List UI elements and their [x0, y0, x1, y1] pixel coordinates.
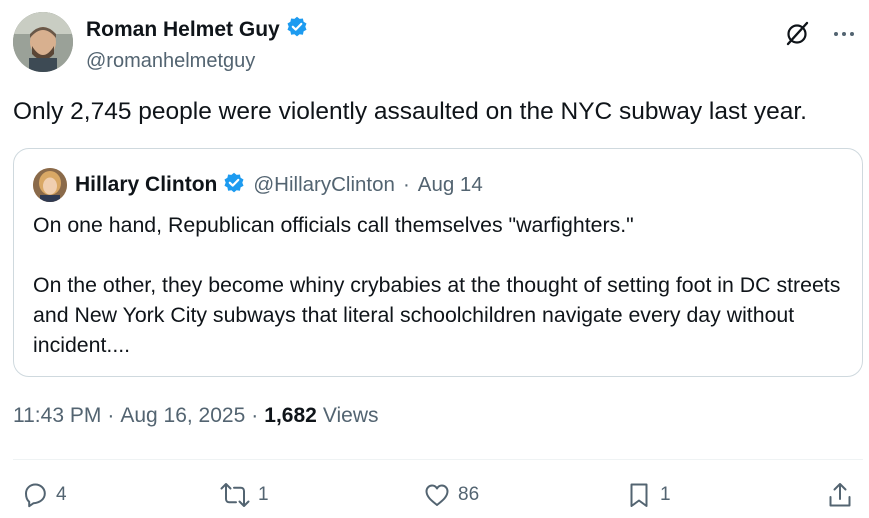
quoted-meta-separator: ·	[402, 173, 410, 196]
share-icon	[825, 480, 855, 510]
quoted-author-display-name: Hillary Clinton	[75, 173, 218, 196]
heart-icon	[422, 480, 452, 510]
verified-badge-icon	[286, 16, 308, 43]
verified-badge-icon	[223, 172, 245, 199]
tweet-text: Only 2,745 people were violently assault…	[13, 98, 807, 125]
repost-icon	[218, 480, 252, 510]
bookmark-icon	[624, 480, 654, 510]
quoted-author-handle: @HillaryClinton	[253, 173, 395, 196]
author-display-name[interactable]: Roman Helmet Guy	[86, 18, 280, 42]
quoted-paragraph-2: On the other, they become whiny crybabie…	[33, 273, 841, 357]
bookmark-button[interactable]: 1	[624, 478, 671, 512]
action-bar: 4 1 86 1	[20, 478, 860, 512]
quoted-tweet-header: Hillary Clinton @HillaryClinton · Aug 14	[33, 168, 483, 202]
tweet-header: Roman Helmet Guy @romanhelmetguy	[13, 12, 855, 74]
grok-icon[interactable]	[783, 20, 811, 48]
views-count: 1,682	[264, 404, 317, 427]
author-avatar[interactable]	[13, 12, 73, 72]
reply-icon	[20, 480, 50, 510]
tweet-time[interactable]: 11:43 PM	[13, 404, 101, 428]
share-button[interactable]	[825, 478, 855, 512]
reply-count: 4	[56, 484, 67, 505]
quoted-tweet[interactable]: Hillary Clinton @HillaryClinton · Aug 14…	[13, 148, 863, 377]
tweet-date[interactable]: Aug 16, 2025	[120, 404, 245, 428]
tweet-timestamp: 11:43 PM · Aug 16, 2025 · 1,682 Views	[13, 404, 378, 428]
like-button[interactable]: 86	[422, 478, 479, 512]
bookmark-count: 1	[660, 484, 671, 505]
timestamp-separator: ·	[107, 404, 115, 427]
quoted-tweet-date: Aug 14	[417, 173, 483, 196]
header-actions	[783, 20, 855, 48]
views-label: Views	[322, 404, 379, 427]
divider	[13, 459, 863, 460]
repost-button[interactable]: 1	[218, 478, 269, 512]
author-info: Roman Helmet Guy @romanhelmetguy	[86, 16, 308, 73]
reply-button[interactable]: 4	[20, 478, 67, 512]
more-icon[interactable]	[833, 23, 855, 45]
quoted-paragraph-1: On one hand, Republican officials call t…	[33, 213, 634, 237]
quoted-tweet-body: On one hand, Republican officials call t…	[33, 210, 853, 360]
quoted-author-avatar[interactable]	[33, 168, 67, 202]
author-handle[interactable]: @romanhelmetguy	[86, 50, 308, 73]
like-count: 86	[458, 484, 480, 505]
views-separator: ·	[251, 404, 259, 427]
repost-count: 1	[258, 484, 269, 505]
